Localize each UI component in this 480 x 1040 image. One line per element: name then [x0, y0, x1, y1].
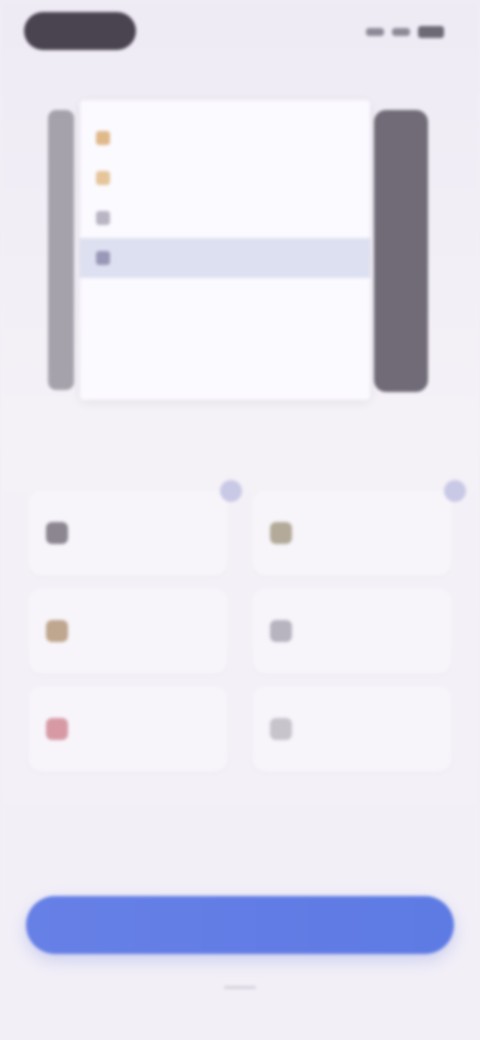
- signal-icon: [366, 28, 384, 36]
- item-icon: [96, 171, 110, 185]
- item-icon: [96, 131, 110, 145]
- info-icon[interactable]: [444, 480, 466, 502]
- item-icon: [96, 211, 110, 225]
- document-preview: [80, 100, 370, 400]
- phone-screen: [0, 0, 480, 1040]
- status-bar-indicators: [366, 26, 444, 38]
- preview-carousel[interactable]: [48, 100, 428, 400]
- previous-preview-card[interactable]: [48, 110, 74, 390]
- battery-icon: [418, 26, 444, 38]
- option-card[interactable]: [252, 490, 452, 576]
- preview-row: [80, 158, 370, 198]
- wifi-icon: [392, 28, 410, 36]
- option-card[interactable]: [28, 490, 228, 576]
- info-icon[interactable]: [220, 480, 242, 502]
- preview-row: [80, 118, 370, 158]
- item-icon: [96, 251, 110, 265]
- document-icon: [46, 718, 68, 740]
- home-indicator[interactable]: [224, 986, 256, 989]
- option-card[interactable]: [252, 588, 452, 674]
- preview-row: [80, 198, 370, 238]
- message-icon: [270, 620, 292, 642]
- option-card[interactable]: [252, 686, 452, 772]
- preview-row-highlighted: [80, 238, 370, 278]
- folder-icon: [46, 522, 68, 544]
- primary-action-button[interactable]: [26, 896, 454, 954]
- option-card[interactable]: [28, 588, 228, 674]
- option-card[interactable]: [28, 686, 228, 772]
- status-bar-time-pill: [24, 12, 136, 50]
- next-preview-card[interactable]: [374, 110, 428, 392]
- contact-icon: [270, 522, 292, 544]
- options-column-left: [28, 480, 242, 784]
- image-icon: [46, 620, 68, 642]
- more-icon: [270, 718, 292, 740]
- options-column-right: [252, 480, 466, 784]
